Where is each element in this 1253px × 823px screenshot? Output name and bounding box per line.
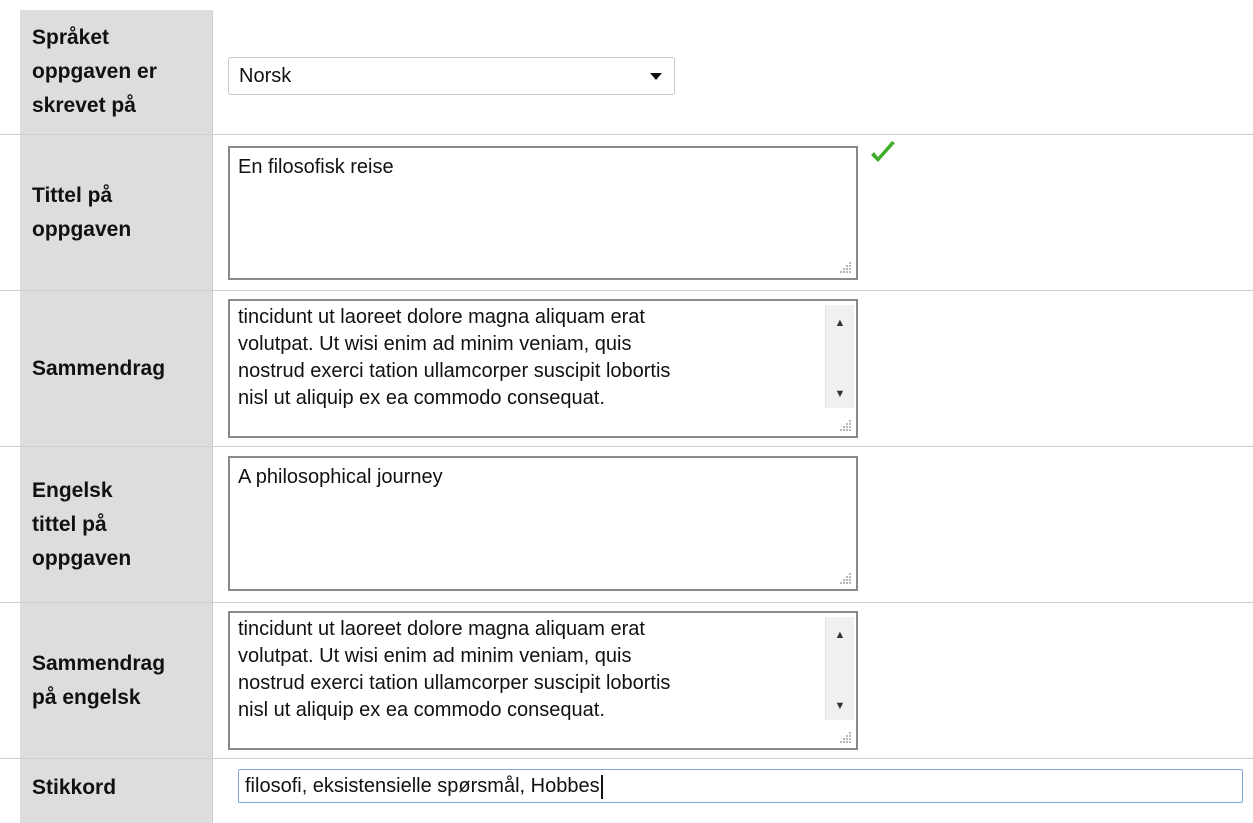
resize-grip-icon[interactable] xyxy=(838,418,852,432)
label-language: Språket oppgaven er skrevet på xyxy=(20,10,213,134)
label-english-title-line: oppgaven xyxy=(32,546,132,570)
label-english-title: Engelsk tittel på oppgaven xyxy=(20,447,213,602)
keywords-input-value: filosofi, eksistensielle spørsmål, Hobbe… xyxy=(245,775,600,797)
label-title-line: oppgaven xyxy=(32,217,132,241)
field-language: Norsk xyxy=(213,10,1253,134)
row-english-summary: Sammendrag på engelsk tincidunt ut laore… xyxy=(0,603,1253,759)
english-title-textarea[interactable]: A philosophical journey xyxy=(228,456,858,591)
check-icon xyxy=(871,141,895,162)
label-english-summary-line: på engelsk xyxy=(32,685,141,709)
field-english-summary: tincidunt ut laoreet dolore magna aliqua… xyxy=(213,603,1253,758)
english-summary-line: tincidunt ut laoreet dolore magna aliqua… xyxy=(238,618,645,640)
chevron-down-icon xyxy=(650,73,662,80)
scroll-down-arrow-icon[interactable]: ▼ xyxy=(826,692,854,720)
summary-textarea[interactable]: tincidunt ut laoreet dolore magna aliqua… xyxy=(228,299,858,438)
scroll-up-arrow-icon[interactable]: ▲ xyxy=(826,309,854,337)
summary-line: tincidunt ut laoreet dolore magna aliqua… xyxy=(238,306,645,328)
label-language-line: Språket xyxy=(32,26,110,49)
label-title: Tittel på oppgaven xyxy=(20,135,213,290)
field-keywords: filosofi, eksistensielle spørsmål, Hobbe… xyxy=(213,759,1253,823)
text-caret xyxy=(600,774,603,799)
scroll-up-arrow-icon[interactable]: ▲ xyxy=(826,621,854,649)
label-keywords-line: Stikkord xyxy=(32,776,117,799)
english-title-textarea-value: A philosophical journey xyxy=(238,466,443,488)
language-select-value: Norsk xyxy=(239,65,292,87)
english-summary-scrollbar[interactable]: ▲ ▼ xyxy=(825,617,854,720)
summary-line: volutpat. Ut wisi enim ad minim veniam, … xyxy=(238,333,632,355)
label-summary: Sammendrag xyxy=(20,291,213,446)
resize-grip-icon[interactable] xyxy=(838,260,852,274)
keywords-input[interactable]: filosofi, eksistensielle spørsmål, Hobbe… xyxy=(238,769,1243,803)
summary-line: nisl ut aliquip ex ea commodo consequat. xyxy=(238,387,605,409)
label-keywords: Stikkord xyxy=(20,759,213,823)
label-language-line: oppgaven er xyxy=(32,60,157,83)
resize-grip-icon[interactable] xyxy=(838,571,852,585)
title-textarea[interactable]: En filosofisk reise xyxy=(228,146,858,280)
field-english-title: A philosophical journey xyxy=(213,447,1253,602)
field-summary: tincidunt ut laoreet dolore magna aliqua… xyxy=(213,291,1253,446)
english-summary-textarea[interactable]: tincidunt ut laoreet dolore magna aliqua… xyxy=(228,611,858,750)
title-textarea-value: En filosofisk reise xyxy=(238,156,394,178)
row-title: Tittel på oppgaven En filosofisk reise xyxy=(0,135,1253,291)
label-language-line: skrevet på xyxy=(32,94,136,117)
row-english-title: Engelsk tittel på oppgaven A philosophic… xyxy=(0,447,1253,603)
row-language: Språket oppgaven er skrevet på Norsk xyxy=(0,10,1253,135)
label-english-summary: Sammendrag på engelsk xyxy=(20,603,213,758)
label-summary-line: Sammendrag xyxy=(32,356,166,380)
row-keywords: Stikkord filosofi, eksistensielle spørsm… xyxy=(0,759,1253,823)
scroll-down-arrow-icon[interactable]: ▼ xyxy=(826,380,854,408)
summary-scrollbar[interactable]: ▲ ▼ xyxy=(825,305,854,408)
row-summary: Sammendrag tincidunt ut laoreet dolore m… xyxy=(0,291,1253,447)
summary-line: nostrud exerci tation ullamcorper suscip… xyxy=(238,360,671,382)
field-title: En filosofisk reise xyxy=(213,135,1253,290)
english-summary-line: nostrud exerci tation ullamcorper suscip… xyxy=(238,672,671,694)
label-english-title-line: Engelsk xyxy=(32,478,113,502)
label-english-summary-line: Sammendrag xyxy=(32,651,166,675)
resize-grip-icon[interactable] xyxy=(838,730,852,744)
english-summary-line: nisl ut aliquip ex ea commodo consequat. xyxy=(238,699,605,721)
label-english-title-line: tittel på xyxy=(32,512,107,536)
english-summary-line: volutpat. Ut wisi enim ad minim veniam, … xyxy=(238,645,632,667)
label-title-line: Tittel på xyxy=(32,183,113,207)
language-select[interactable]: Norsk xyxy=(228,57,675,95)
